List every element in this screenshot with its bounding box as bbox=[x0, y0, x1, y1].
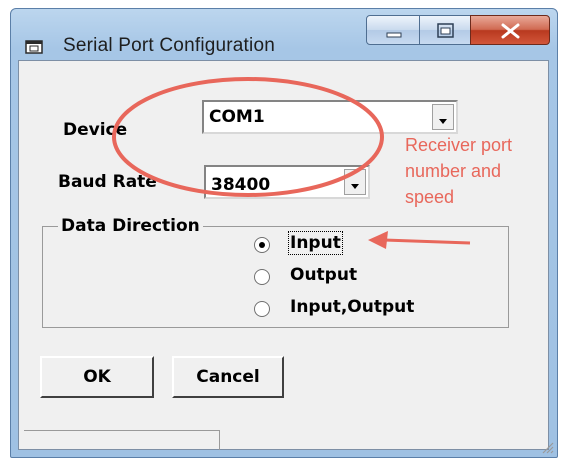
window-title: Serial Port Configuration bbox=[63, 35, 275, 56]
baud-rate-label: Baud Rate bbox=[58, 172, 157, 192]
radio-output[interactable] bbox=[254, 269, 270, 285]
cancel-button[interactable]: Cancel bbox=[172, 356, 284, 398]
baud-rate-value: 38400 bbox=[211, 175, 271, 195]
data-direction-title: Data Direction bbox=[58, 216, 203, 236]
maximize-icon bbox=[437, 23, 454, 38]
device-value: COM1 bbox=[209, 107, 265, 127]
close-button[interactable] bbox=[470, 15, 550, 45]
close-icon bbox=[501, 23, 520, 39]
annotation-line-1: Receiver port bbox=[405, 135, 513, 155]
app-window-icon bbox=[25, 40, 43, 54]
baud-rate-dropdown-arrow-icon[interactable] bbox=[344, 169, 366, 195]
baud-rate-combobox[interactable]: 38400 bbox=[204, 165, 370, 199]
maximize-button[interactable] bbox=[419, 15, 471, 45]
radio-input-output-label[interactable]: Input,Output bbox=[290, 297, 414, 317]
radio-input[interactable] bbox=[254, 237, 270, 253]
ok-button[interactable]: OK bbox=[40, 356, 154, 398]
radio-output-label[interactable]: Output bbox=[290, 265, 357, 285]
minimize-icon bbox=[386, 32, 402, 38]
radio-input-output[interactable] bbox=[254, 301, 270, 317]
annotation-line-3: speed bbox=[405, 187, 455, 207]
annotation-line-2: number and bbox=[405, 161, 502, 181]
radio-input-label[interactable]: Input bbox=[288, 231, 343, 255]
resize-grip-icon[interactable] bbox=[540, 440, 554, 454]
annotation-text: Receiver port number and speed bbox=[405, 132, 512, 210]
device-combobox[interactable]: COM1 bbox=[202, 100, 458, 134]
minimize-button[interactable] bbox=[366, 15, 420, 45]
device-dropdown-arrow-icon[interactable] bbox=[432, 104, 454, 130]
data-direction-group bbox=[42, 226, 509, 328]
status-bar bbox=[24, 430, 220, 450]
device-label: Device bbox=[63, 120, 128, 140]
